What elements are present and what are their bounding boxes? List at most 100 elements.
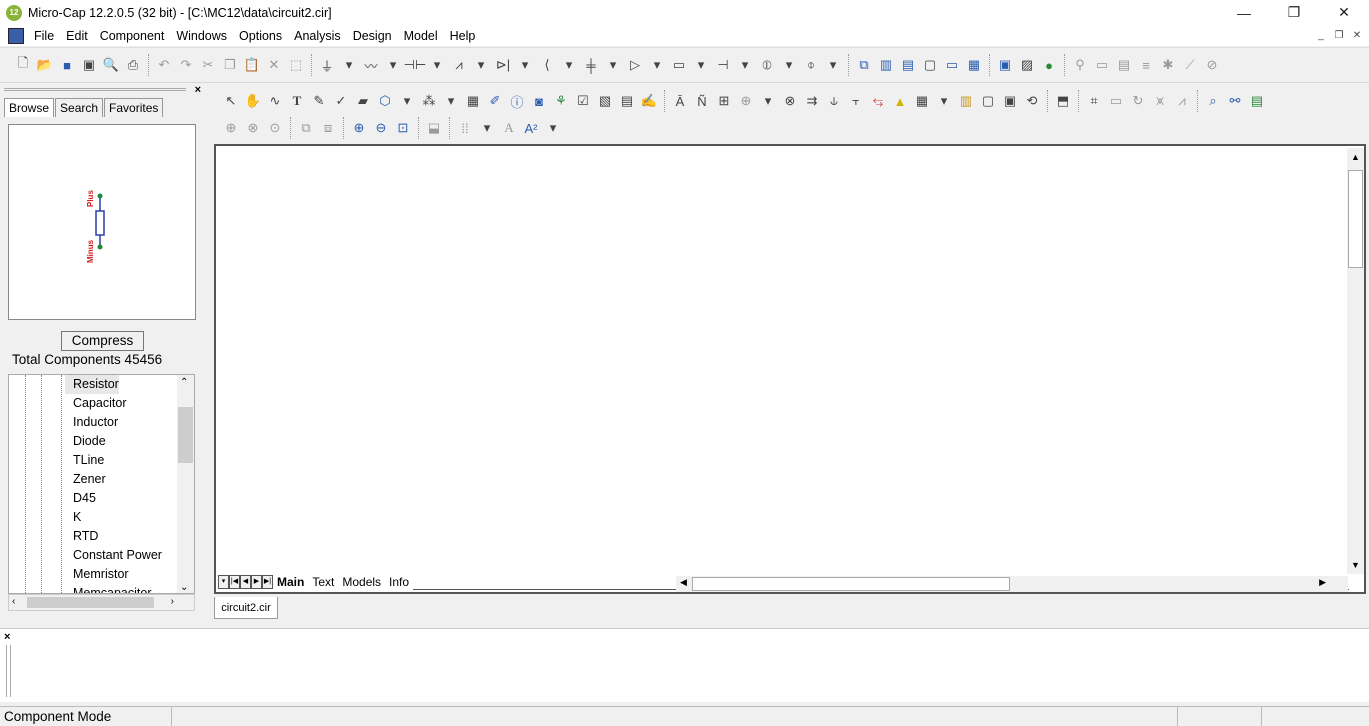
- menu-help[interactable]: Help: [444, 29, 482, 43]
- binoculars-icon[interactable]: ⚯: [1226, 92, 1244, 110]
- tab-browse[interactable]: Browse: [4, 98, 55, 117]
- restore-button[interactable]: ❐: [1269, 0, 1319, 25]
- dropdown-arrow-icon[interactable]: ▾: [442, 92, 460, 110]
- dropdown-arrow-icon[interactable]: ▾: [780, 56, 798, 74]
- symbol-icon[interactable]: ⬓: [425, 119, 443, 137]
- first-page-button[interactable]: |◀: [229, 575, 240, 589]
- dropdown-arrow-icon[interactable]: ▾: [428, 56, 446, 74]
- dropdown-arrow-icon[interactable]: ▾: [478, 119, 496, 137]
- font-size-icon[interactable]: A²: [522, 119, 540, 137]
- condition-icon[interactable]: ⫟: [847, 92, 865, 110]
- bezier-icon[interactable]: ✓: [332, 92, 350, 110]
- table-icon[interactable]: ▦: [464, 92, 482, 110]
- tools-icon[interactable]: ✱: [1159, 56, 1177, 74]
- page-tab-text[interactable]: Text: [308, 575, 338, 589]
- voltage-icon[interactable]: ⇉: [803, 92, 821, 110]
- dropdown-arrow-icon[interactable]: ▾: [759, 92, 777, 110]
- tile-vertical-icon[interactable]: ▥: [877, 56, 895, 74]
- dropdown-arrow-icon[interactable]: ▾: [824, 56, 842, 74]
- menu-edit[interactable]: Edit: [60, 29, 94, 43]
- page-tab-models[interactable]: Models: [338, 575, 385, 589]
- attribute-icon[interactable]: ▧: [596, 92, 614, 110]
- grid-text-icon[interactable]: ▤: [618, 92, 636, 110]
- tile-horizontal-icon[interactable]: ▤: [899, 56, 917, 74]
- current-source-icon[interactable]: ⌽: [802, 56, 820, 74]
- diode-icon[interactable]: ⊳|: [494, 56, 512, 74]
- current-flow-icon[interactable]: ⊕: [737, 92, 755, 110]
- bring-front-icon[interactable]: ⧉: [297, 119, 315, 137]
- dropdown-arrow-icon[interactable]: ▾: [935, 92, 953, 110]
- canvas-horizontal-scrollbar[interactable]: ◀ ▶: [676, 576, 1348, 592]
- rubberband-icon[interactable]: ⟲: [1023, 92, 1041, 110]
- attribute-text-icon[interactable]: Ā: [671, 92, 689, 110]
- macro-icon[interactable]: ▭: [670, 56, 688, 74]
- tree-item-resistor[interactable]: Resistor: [65, 375, 119, 394]
- tree-item-diode[interactable]: Diode: [65, 432, 106, 451]
- page-tab-info[interactable]: Info: [385, 575, 413, 589]
- close-button[interactable]: ✕: [1319, 0, 1369, 25]
- stepping-icon[interactable]: ⊘: [1203, 56, 1221, 74]
- next-page-button[interactable]: ▶: [251, 575, 262, 589]
- line-tool-icon[interactable]: ✎: [310, 92, 328, 110]
- border-icon[interactable]: ▥: [957, 92, 975, 110]
- tree-item-constant-power[interactable]: Constant Power: [65, 546, 162, 565]
- scroll-down-icon[interactable]: ▼: [1351, 560, 1360, 570]
- redo-icon[interactable]: ↷: [177, 56, 195, 74]
- tree-horizontal-scrollbar[interactable]: ‹ ›: [8, 594, 195, 611]
- info-icon[interactable]: ⓘ: [508, 92, 526, 110]
- tree-item-zener[interactable]: Zener: [65, 470, 106, 489]
- undo-icon[interactable]: ↶: [155, 56, 173, 74]
- panel-grip[interactable]: [4, 88, 186, 91]
- panel-close-button[interactable]: ×: [195, 84, 201, 96]
- canvas-vscroll-thumb[interactable]: [1348, 170, 1363, 268]
- zoom-fit-icon[interactable]: ⊡: [394, 119, 412, 137]
- find-component-icon[interactable]: ⌕: [1204, 92, 1222, 110]
- bounding-box-icon[interactable]: ⌗: [1085, 92, 1103, 110]
- help-icon[interactable]: ◙: [530, 92, 548, 110]
- inductor-icon[interactable]: 〰: [362, 56, 380, 74]
- hierarchy-icon[interactable]: ⬒: [1054, 92, 1072, 110]
- tree-item-k[interactable]: K: [65, 508, 81, 527]
- probe-icon[interactable]: ⚲: [1071, 56, 1089, 74]
- close-file-icon[interactable]: ▣: [80, 56, 98, 74]
- scroll-left-icon[interactable]: ◀: [680, 577, 687, 588]
- properties-icon[interactable]: ▤: [1115, 56, 1133, 74]
- calculator-icon[interactable]: ▦: [965, 56, 983, 74]
- tree-vertical-scrollbar[interactable]: ⌃ ⌄: [177, 375, 194, 593]
- copy-icon[interactable]: ❐: [221, 56, 239, 74]
- compress-button[interactable]: Compress: [61, 331, 144, 351]
- pause-icon[interactable]: ⊙: [266, 119, 284, 137]
- minimize-button[interactable]: —: [1219, 0, 1269, 25]
- page-menu-button[interactable]: ▾: [218, 575, 229, 589]
- title-block-icon[interactable]: ▢: [979, 92, 997, 110]
- analysis-window-icon[interactable]: ▭: [1093, 56, 1111, 74]
- tab-search[interactable]: Search: [55, 98, 104, 117]
- last-page-button[interactable]: ▶|: [262, 575, 273, 589]
- save-icon[interactable]: ■: [58, 56, 76, 74]
- tree-scroll-thumb[interactable]: [178, 407, 193, 463]
- mdi-restore-button[interactable]: ❐: [1331, 28, 1347, 43]
- scroll-left-icon[interactable]: ‹: [12, 596, 15, 607]
- dropdown-arrow-icon[interactable]: ▾: [516, 56, 534, 74]
- tree-item-memcapacitor[interactable]: Memcapacitor: [65, 584, 152, 593]
- dropdown-arrow-icon[interactable]: ▾: [604, 56, 622, 74]
- node-numbers-icon[interactable]: Ñ: [693, 92, 711, 110]
- component-panel-icon[interactable]: ▣: [996, 56, 1014, 74]
- cascade-icon[interactable]: ⧉: [855, 56, 873, 74]
- dropdown-arrow-icon[interactable]: ▾: [398, 92, 416, 110]
- opamp-icon[interactable]: ▷: [626, 56, 644, 74]
- schematic-canvas[interactable]: ▲ ▼ ▾ |◀ ◀ ▶ ▶| Main Text Models Info ◀ …: [214, 144, 1366, 594]
- transistor-icon[interactable]: ⟨: [538, 56, 556, 74]
- menu-options[interactable]: Options: [233, 29, 288, 43]
- paste-icon[interactable]: 📋: [243, 56, 261, 74]
- warning-triangle-icon[interactable]: ▲: [891, 92, 909, 110]
- scroll-right-icon[interactable]: ›: [171, 596, 174, 607]
- mosfet-icon[interactable]: ╪: [582, 56, 600, 74]
- print-preview-icon[interactable]: 🔍: [102, 56, 120, 74]
- flag-icon[interactable]: ▰: [354, 92, 372, 110]
- numeric-output-icon[interactable]: ≡: [1137, 56, 1155, 74]
- scroll-right-icon[interactable]: ▶: [1319, 577, 1326, 588]
- flip-icon[interactable]: ⩘: [1173, 92, 1191, 110]
- tab-favorites[interactable]: Favorites: [104, 98, 164, 117]
- power-icon[interactable]: ⫝: [825, 92, 843, 110]
